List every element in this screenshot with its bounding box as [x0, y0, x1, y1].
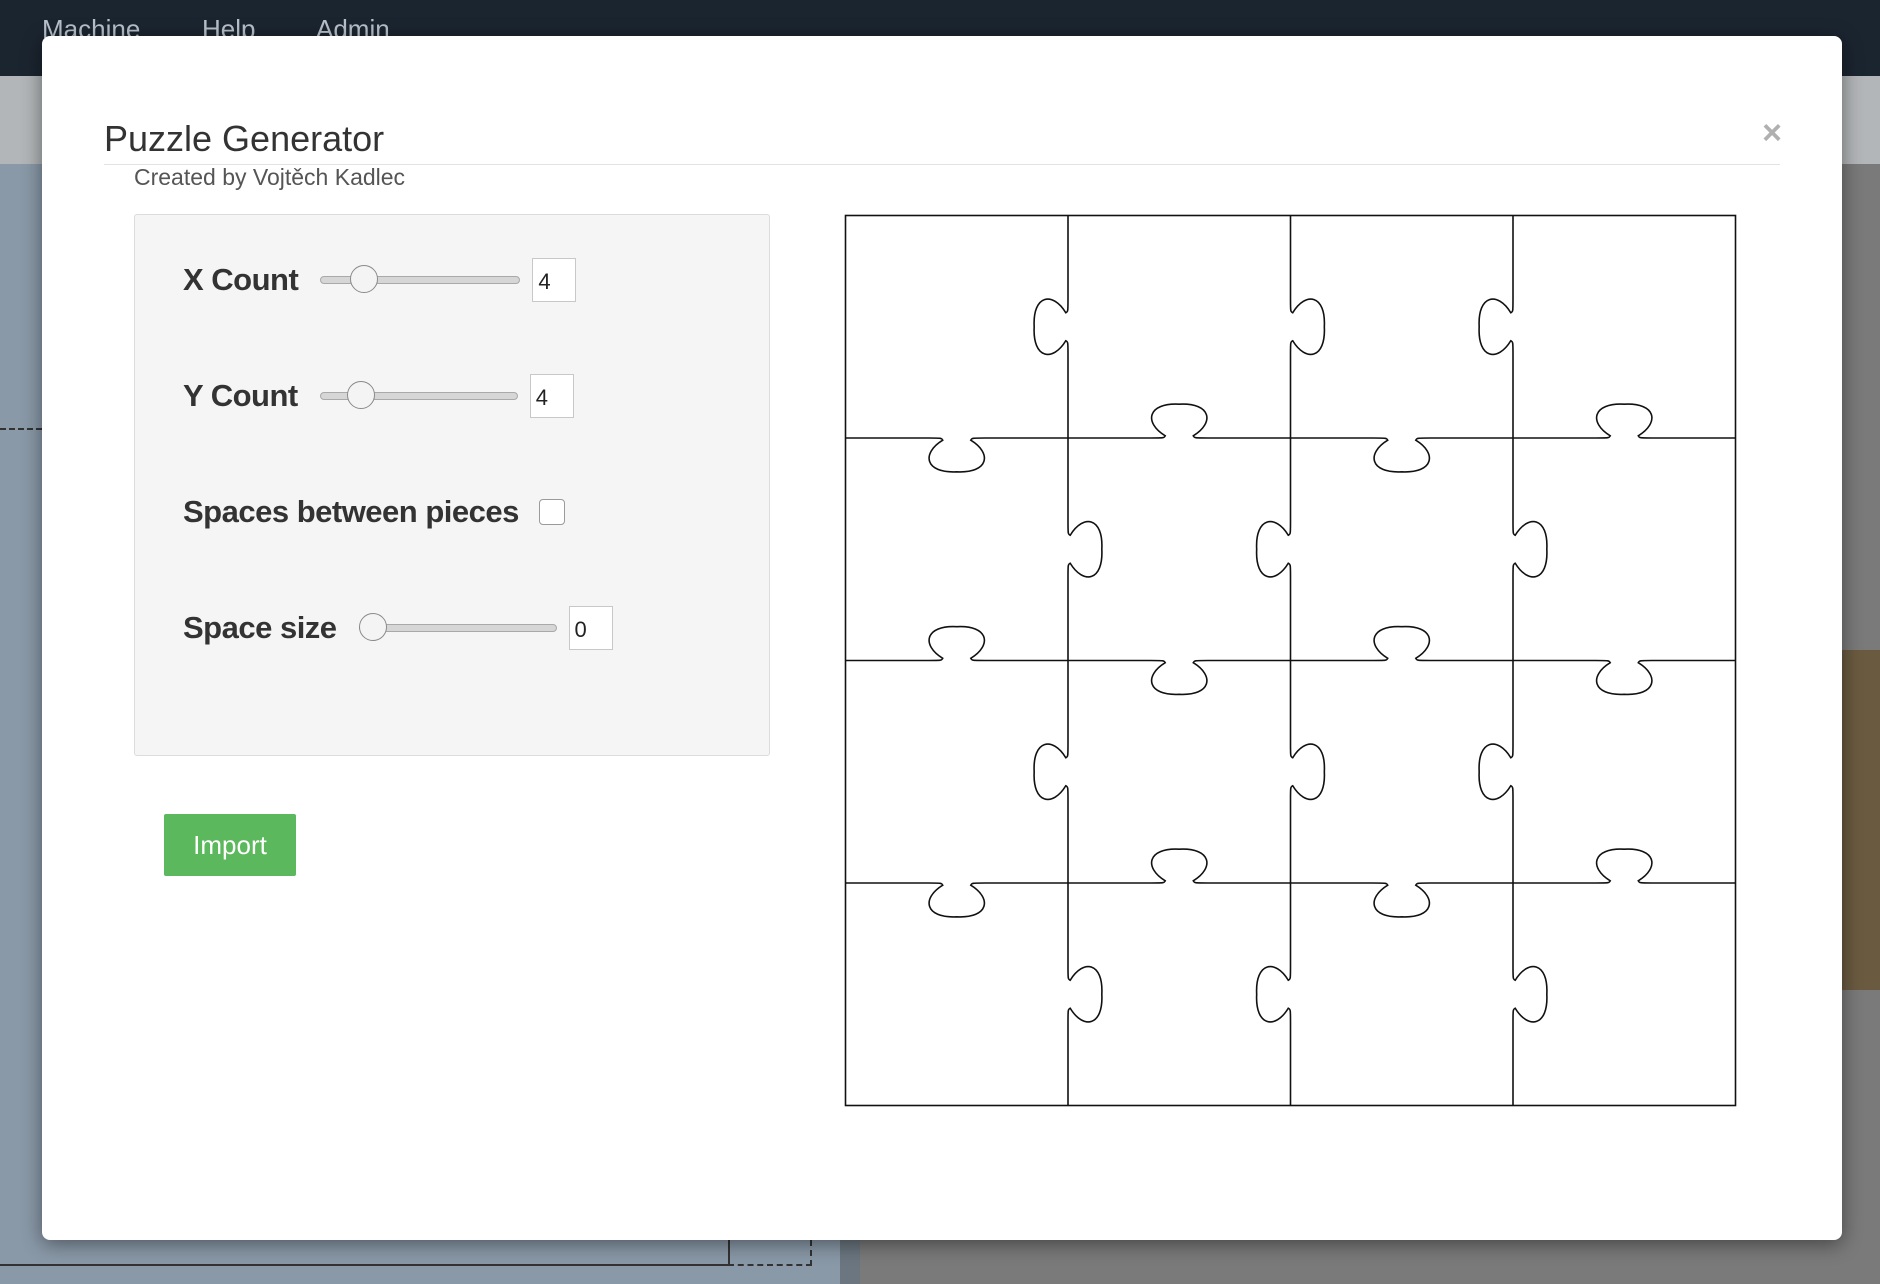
y-count-input[interactable]: 4 — [529, 374, 574, 418]
workspace-dashed-guide — [0, 428, 42, 430]
space-size-slider[interactable] — [358, 613, 557, 641]
dialog-header: Puzzle Generator × — [104, 72, 1782, 165]
x-count-label: X Count — [183, 262, 299, 297]
slider-thumb[interactable] — [358, 613, 387, 641]
space-size-input[interactable]: 0 — [568, 606, 613, 650]
y-count-label: Y Count — [183, 378, 298, 413]
camera-image-fragment — [1842, 650, 1880, 990]
settings-panel: X Count 4 Y Count 4 Spaces between piece… — [134, 214, 770, 756]
slider-track — [358, 624, 557, 632]
y-count-row: Y Count 4 — [183, 371, 574, 421]
spaces-row: Spaces between pieces — [183, 487, 565, 537]
dialog-title: Puzzle Generator — [104, 118, 385, 159]
spaces-between-pieces-checkbox[interactable] — [538, 499, 565, 525]
puzzle-generator-dialog: Puzzle Generator × Created by Vojtěch Ka… — [42, 36, 1842, 1240]
puzzle-preview — [844, 214, 1737, 1107]
space-size-label: Space size — [183, 610, 337, 645]
slider-thumb[interactable] — [349, 265, 378, 293]
y-count-slider[interactable] — [319, 381, 518, 409]
x-count-slider[interactable] — [320, 265, 521, 293]
author-credit: Created by Vojtěch Kadlec — [134, 164, 406, 190]
space-size-row: Space size 0 — [183, 603, 613, 653]
import-button[interactable]: Import — [164, 814, 296, 876]
spaces-between-pieces-label: Spaces between pieces — [183, 494, 519, 529]
slider-thumb[interactable] — [346, 381, 375, 409]
close-icon[interactable]: × — [1762, 116, 1782, 150]
x-count-input[interactable]: 4 — [532, 258, 577, 302]
x-count-row: X Count 4 — [183, 255, 577, 305]
